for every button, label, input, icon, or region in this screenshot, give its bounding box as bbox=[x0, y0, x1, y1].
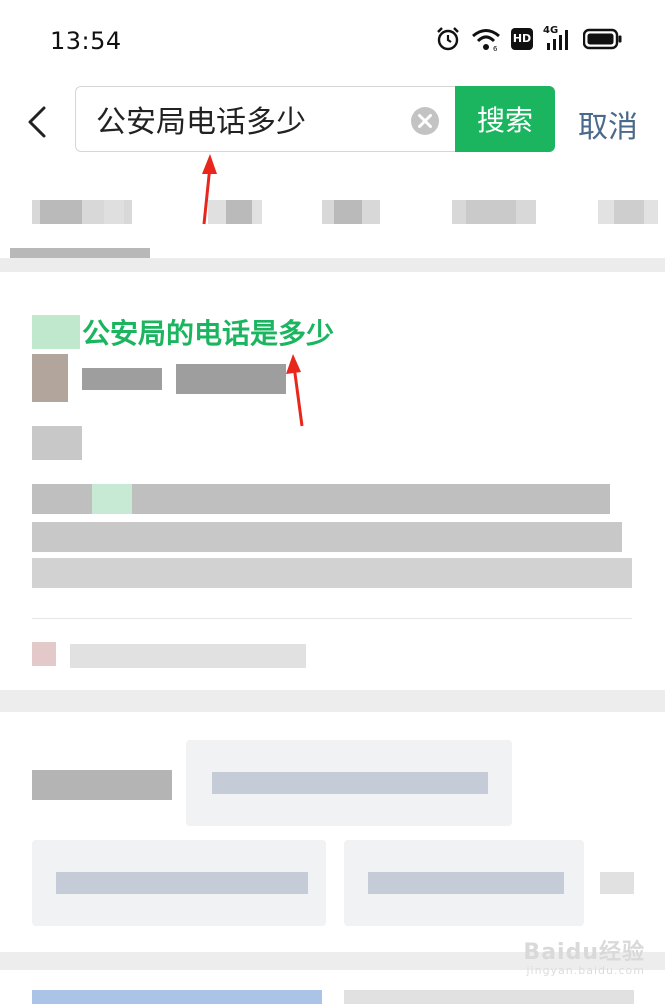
result-title-text: 公安局的电话是多少 bbox=[82, 317, 335, 350]
battery-icon bbox=[583, 28, 622, 50]
cancel-button[interactable]: 取消 bbox=[578, 102, 638, 146]
clear-icon[interactable] bbox=[410, 106, 440, 136]
annotation-arrow-2 bbox=[286, 354, 304, 427]
section-divider bbox=[0, 258, 665, 272]
tab-5[interactable] bbox=[598, 200, 658, 224]
hd-icon: HD bbox=[511, 28, 533, 50]
status-icons: 6 HD 4G bbox=[435, 25, 623, 52]
redacted-prefix bbox=[32, 315, 80, 349]
wifi-icon: 6 bbox=[472, 29, 500, 51]
watermark-brand: Baidu经验 bbox=[523, 940, 645, 965]
category-tabs bbox=[0, 186, 665, 236]
result-title[interactable]: 公安局的电话是多少 bbox=[32, 312, 334, 352]
snippet-highlight bbox=[92, 484, 132, 514]
status-bar: 13:54 6 HD 4G bbox=[0, 0, 665, 80]
footer-icon bbox=[32, 642, 56, 666]
related-chip-1[interactable] bbox=[186, 740, 512, 826]
preview-block-1 bbox=[32, 990, 322, 1004]
card-divider bbox=[32, 618, 632, 619]
preview-block-2 bbox=[344, 990, 634, 1004]
snippet-line-2 bbox=[32, 522, 622, 552]
svg-text:6: 6 bbox=[493, 45, 498, 51]
search-input[interactable] bbox=[96, 97, 406, 141]
section-divider-2 bbox=[0, 690, 665, 712]
related-heading bbox=[32, 770, 172, 800]
source-avatar bbox=[32, 354, 68, 402]
source-meta bbox=[176, 364, 286, 394]
watermark-url: jingyan.baidu.com bbox=[526, 964, 645, 977]
alarm-icon bbox=[437, 27, 459, 51]
tab-3[interactable] bbox=[322, 200, 380, 224]
search-result-card[interactable]: 公安局的电话是多少 bbox=[0, 272, 665, 690]
search-bar: 搜索 取消 bbox=[0, 84, 665, 158]
active-tab-indicator bbox=[10, 248, 150, 258]
signal-4g-icon: 4G bbox=[543, 25, 573, 51]
search-button[interactable]: 搜索 bbox=[455, 86, 555, 152]
watermark: Baidu经验 jingyan.baidu.com bbox=[523, 934, 645, 977]
tab-4[interactable] bbox=[452, 200, 536, 224]
back-arrow-icon[interactable] bbox=[22, 102, 54, 142]
related-chip-4[interactable] bbox=[600, 872, 634, 894]
tab-1[interactable] bbox=[32, 200, 132, 224]
related-searches bbox=[0, 712, 665, 952]
related-chip-2[interactable] bbox=[32, 840, 326, 926]
footer-text bbox=[70, 644, 306, 668]
related-chip-3[interactable] bbox=[344, 840, 584, 926]
source-name bbox=[82, 368, 162, 390]
status-time: 13:54 bbox=[50, 27, 122, 55]
source-tag bbox=[32, 426, 82, 460]
annotation-arrow-1 bbox=[202, 154, 217, 225]
snippet-line-3 bbox=[32, 558, 632, 588]
